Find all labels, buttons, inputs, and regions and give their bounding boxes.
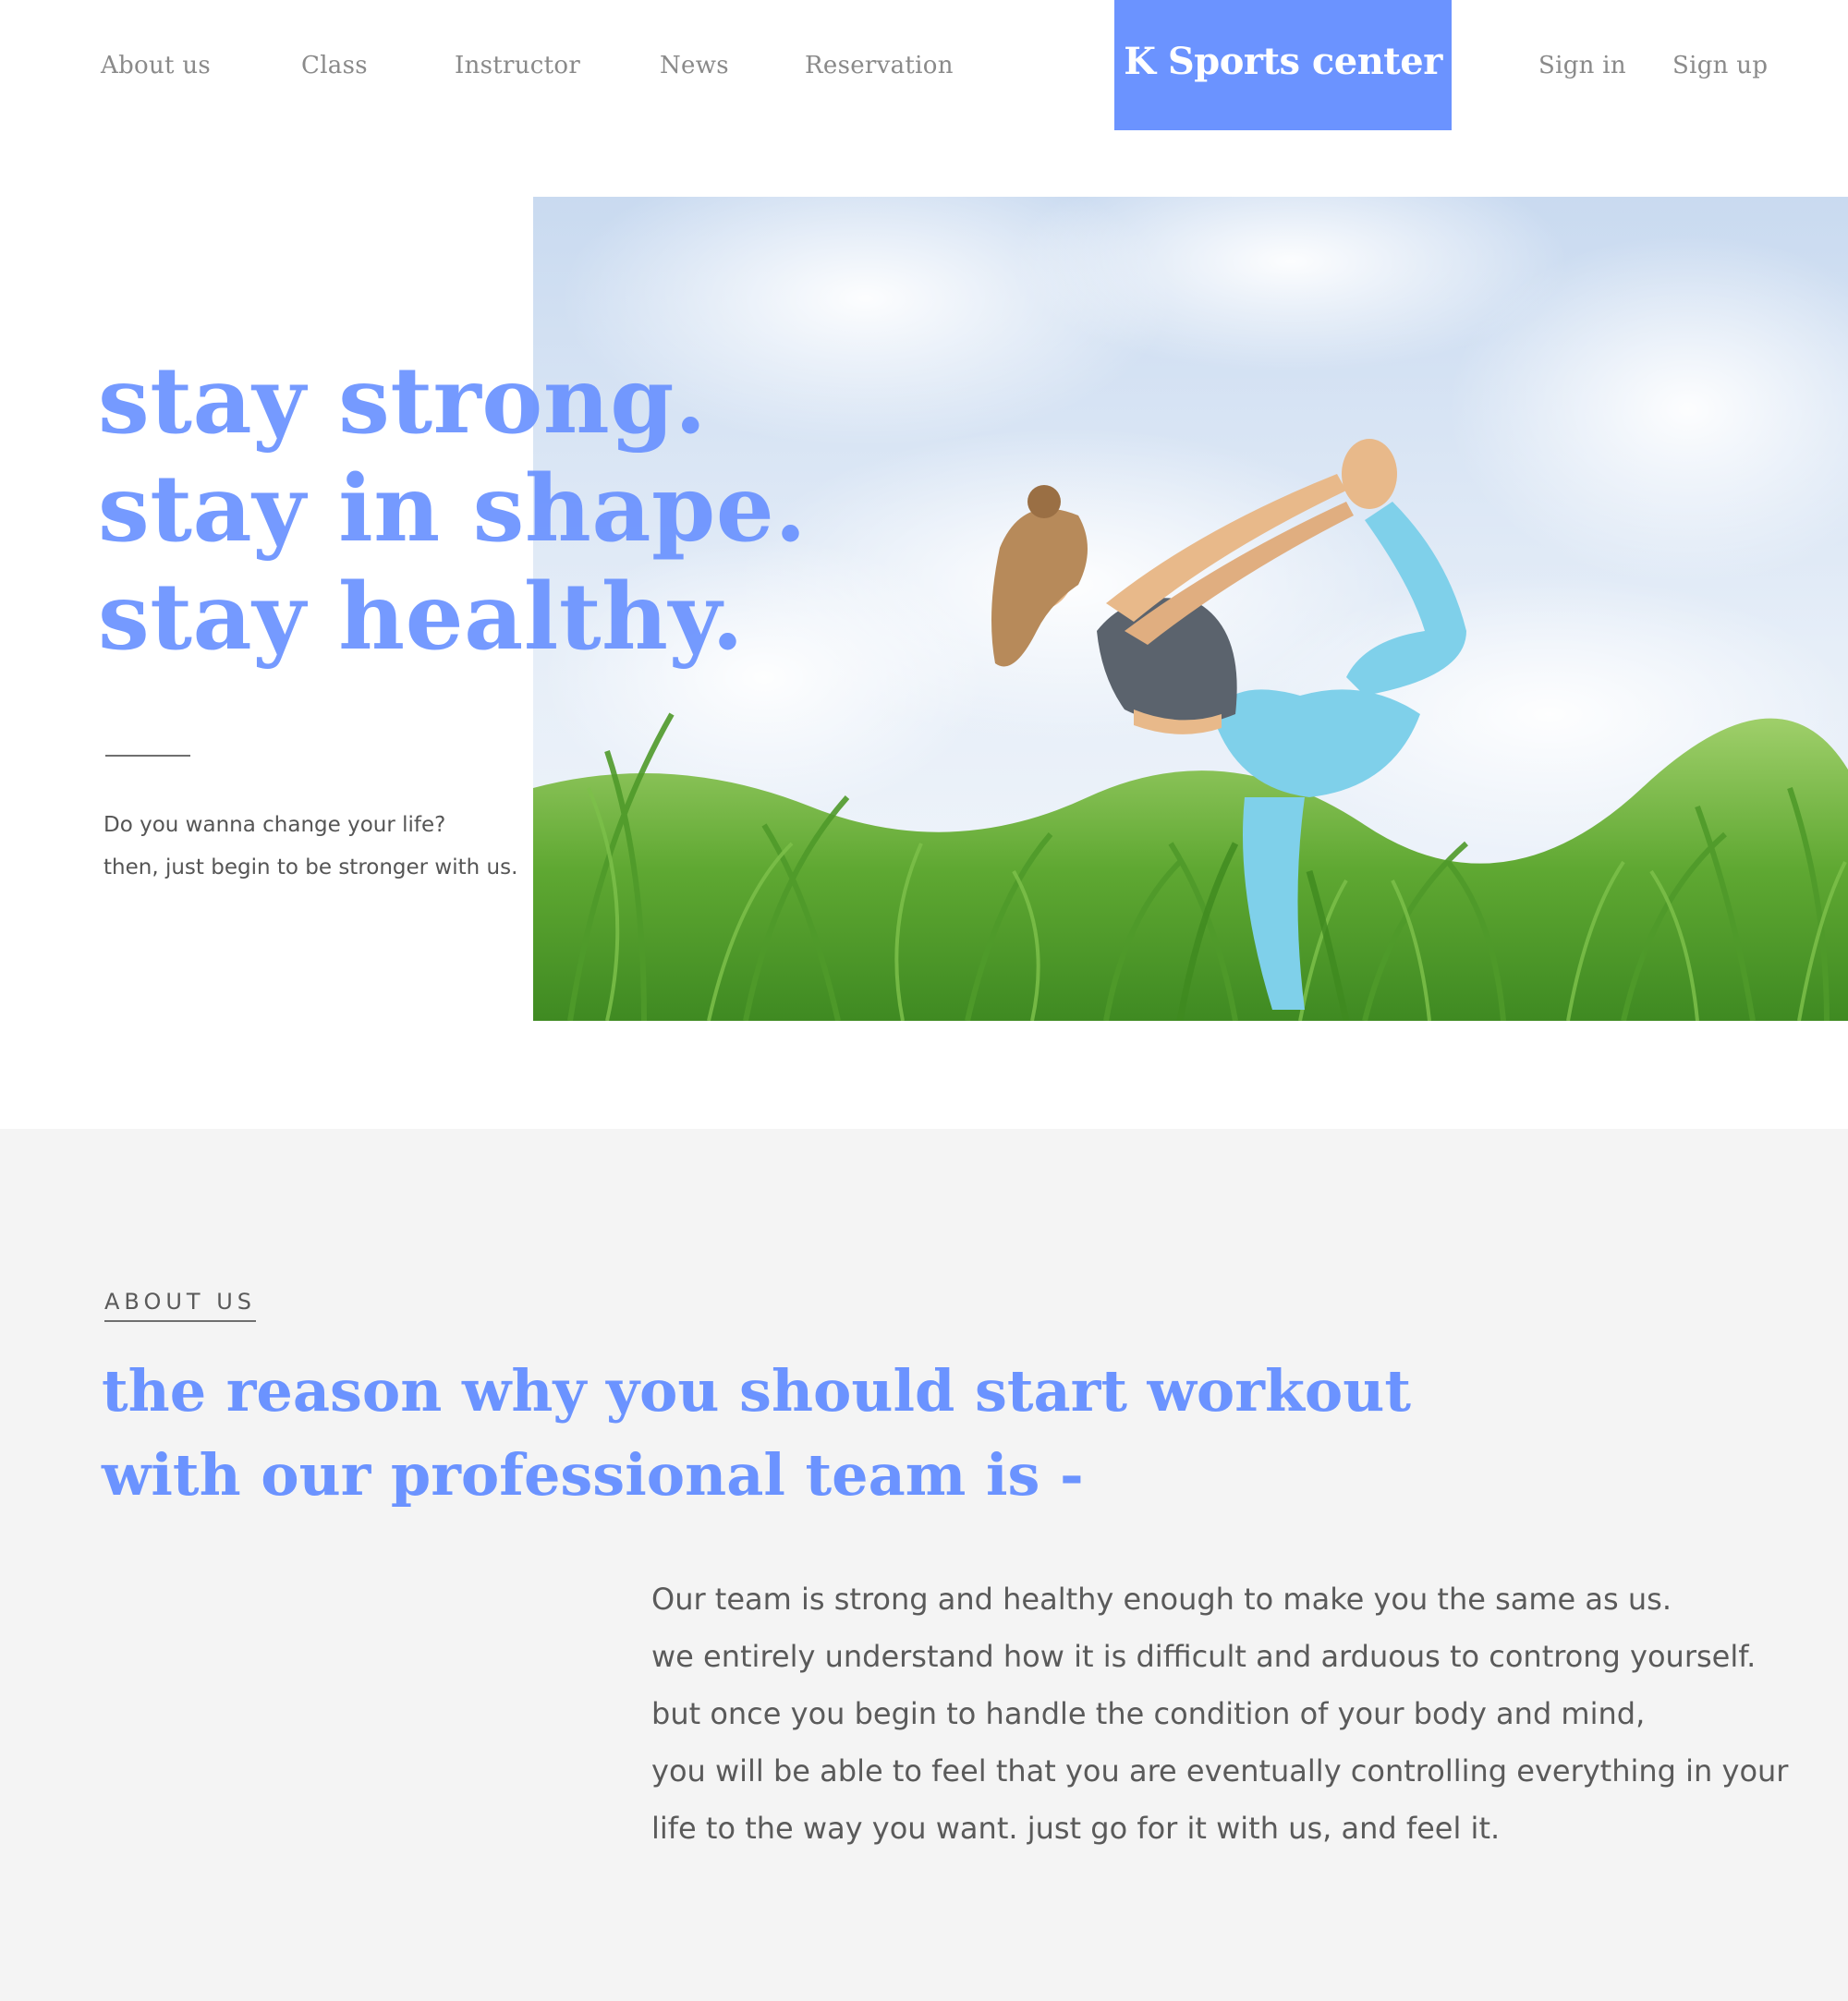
about-body-line: we entirely understand how it is difficu… — [651, 1639, 1757, 1674]
brand-logo[interactable]: K Sports center — [1114, 0, 1452, 130]
hero-divider — [105, 755, 190, 757]
nav-about-us[interactable]: About us — [101, 52, 211, 79]
hero-headline-line: stay healthy. — [98, 564, 745, 671]
about-body-line: Our team is strong and healthy enough to… — [651, 1582, 1672, 1617]
about-body-line: but once you begin to handle the conditi… — [651, 1696, 1646, 1731]
nav-reservation[interactable]: Reservation — [805, 52, 954, 79]
hero-subtext: Do you wanna change your life? then, jus… — [103, 804, 517, 889]
about-body-line: life to the way you want. just go for it… — [651, 1811, 1501, 1846]
hero-subtext-line: then, just begin to be stronger with us. — [103, 855, 518, 879]
about-body-line: you will be able to feel that you are ev… — [651, 1753, 1789, 1789]
about-section — [0, 1129, 1848, 2001]
about-heading-line: the reason why you should start workout — [102, 1357, 1411, 1425]
hero-headline-line: stay strong. — [98, 347, 707, 455]
hero-headline-line: stay in shape. — [98, 455, 808, 563]
nav-class[interactable]: Class — [301, 52, 368, 79]
about-body: Our team is strong and healthy enough to… — [651, 1570, 1788, 1857]
about-heading-line: with our professional team is - — [102, 1441, 1084, 1509]
hero-headline: stay strong. stay in shape. stay healthy… — [98, 347, 807, 672]
sign-in-link[interactable]: Sign in — [1538, 52, 1626, 79]
nav-news[interactable]: News — [660, 52, 729, 79]
sign-up-link[interactable]: Sign up — [1672, 52, 1768, 79]
hero-subtext-line: Do you wanna change your life? — [103, 813, 446, 837]
nav-instructor[interactable]: Instructor — [455, 52, 580, 79]
about-kicker: ABOUT US — [104, 1289, 257, 1322]
about-heading: the reason why you should start workout … — [102, 1349, 1411, 1517]
